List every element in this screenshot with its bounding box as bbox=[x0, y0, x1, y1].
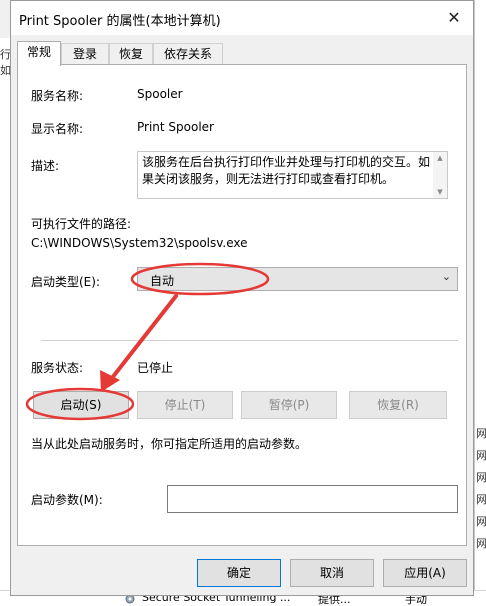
start-params-hint: 当从此处启动服务时，你可指定所适用的启动参数。 bbox=[31, 437, 308, 451]
startup-type-value: 自动 bbox=[150, 274, 175, 288]
background-edge-text: 网 bbox=[476, 427, 486, 440]
startup-type-label: 启动类型(E): bbox=[31, 275, 100, 289]
start-params-input[interactable] bbox=[167, 485, 458, 513]
service-status-value: 已停止 bbox=[137, 361, 174, 375]
tab-dependencies[interactable]: 依存关系 bbox=[153, 43, 223, 64]
service-status-label: 服务状态: bbox=[31, 361, 84, 375]
description-scrollbar[interactable]: ▲ ▼ bbox=[433, 152, 447, 198]
description-text: 该服务在后台执行打印作业并处理与打印机的交互。如果关闭该服务，则无法进行打印或查… bbox=[142, 155, 431, 186]
background-window-right-edge: 网 网 网 网 网 网 bbox=[474, 0, 486, 605]
exe-path-label: 可执行文件的路径: bbox=[31, 217, 132, 231]
background-edge-text: 网 bbox=[476, 471, 486, 484]
service-name-label: 服务名称: bbox=[31, 89, 84, 103]
display-name-label: 显示名称: bbox=[31, 122, 84, 136]
apply-button[interactable]: 应用(A) bbox=[383, 559, 467, 587]
stop-service-button[interactable]: 停止(T) bbox=[137, 391, 233, 419]
section-divider bbox=[41, 340, 458, 341]
service-name-value: Spooler bbox=[137, 87, 183, 101]
scroll-up-icon[interactable]: ▲ bbox=[433, 154, 447, 162]
general-tab-panel bbox=[17, 64, 467, 546]
start-params-label: 启动参数(M): bbox=[31, 493, 103, 507]
background-edge-text: 网 bbox=[476, 493, 486, 506]
display-name-value: Print Spooler bbox=[137, 120, 214, 134]
dialog-title: Print Spooler 的属性(本地计算机) bbox=[19, 14, 221, 29]
scroll-down-icon[interactable]: ▼ bbox=[433, 188, 447, 196]
properties-dialog: Print Spooler 的属性(本地计算机) ✕ 常规 登录 恢复 依存关系… bbox=[10, 0, 474, 596]
chevron-down-icon: ⌄ bbox=[441, 270, 451, 283]
background-edge-text: 网 bbox=[476, 537, 486, 550]
title-bar[interactable]: Print Spooler 的属性(本地计算机) ✕ bbox=[11, 1, 473, 35]
startup-type-select[interactable]: 自动 ⌄ bbox=[137, 267, 458, 291]
tab-logon[interactable]: 登录 bbox=[61, 43, 109, 64]
ok-button[interactable]: 确定 bbox=[197, 559, 281, 587]
background-edge-text: 网 bbox=[476, 449, 486, 462]
background-edge-text: 网 bbox=[476, 515, 486, 528]
pause-service-button[interactable]: 暂停(P) bbox=[241, 391, 337, 419]
tab-general[interactable]: 常规 bbox=[17, 41, 61, 66]
exe-path-value: C:\WINDOWS\System32\spoolsv.exe bbox=[31, 236, 248, 250]
description-textbox[interactable]: 该服务在后台执行打印作业并处理与打印机的交互。如果关闭该服务，则无法进行打印或查… bbox=[137, 151, 448, 199]
tab-recovery[interactable]: 恢复 bbox=[109, 43, 153, 64]
cancel-button[interactable]: 取消 bbox=[290, 559, 374, 587]
close-icon[interactable]: ✕ bbox=[443, 7, 465, 29]
start-service-button[interactable]: 启动(S) bbox=[33, 391, 129, 419]
resume-service-button[interactable]: 恢复(R) bbox=[349, 391, 447, 419]
description-label: 描述: bbox=[31, 159, 60, 173]
